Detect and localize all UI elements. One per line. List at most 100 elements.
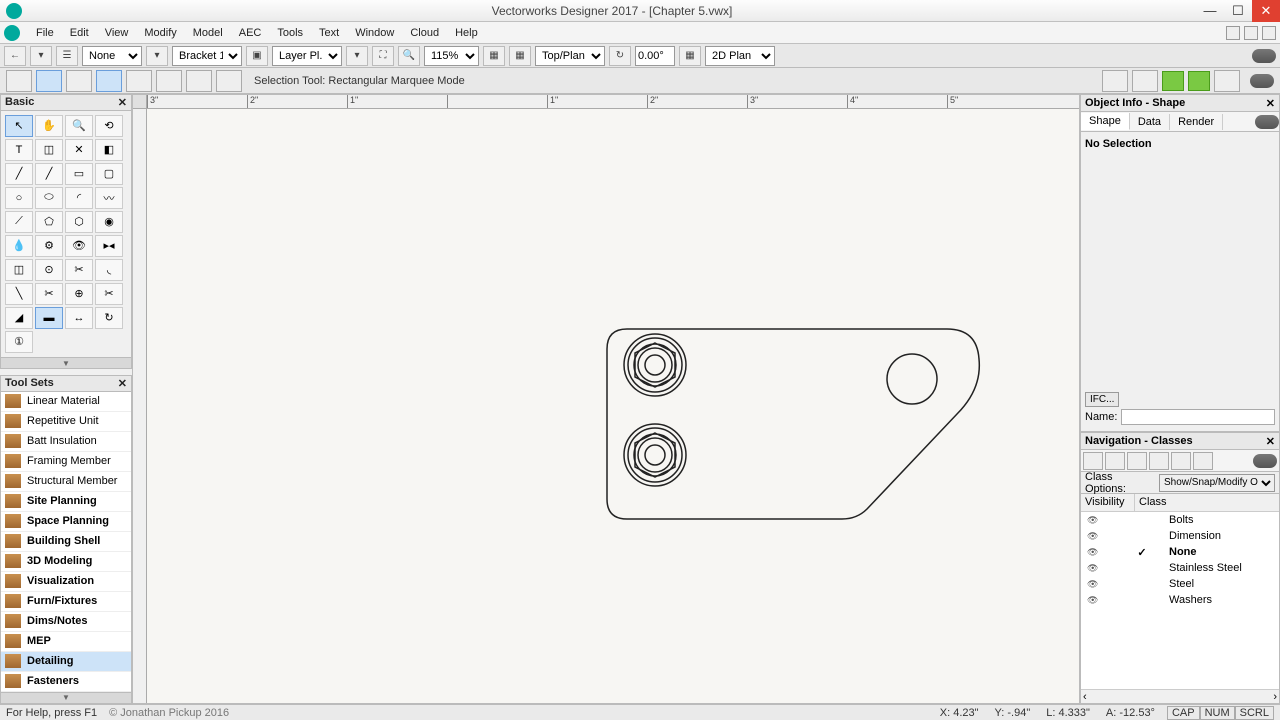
nav-saved-tab[interactable] [1171,452,1191,470]
close-icon[interactable]: ✕ [118,377,127,390]
mode-4[interactable] [96,70,122,92]
eye-icon[interactable] [1087,530,1098,542]
col-visibility[interactable]: Visibility [1081,494,1135,511]
class-select[interactable]: None [82,46,142,66]
toolset-item[interactable]: MEP [1,632,131,652]
back-button[interactable]: ← [4,46,26,66]
spiral-tool[interactable]: ◉ [95,211,123,233]
2d-locus-tool[interactable]: ✕ [65,139,93,161]
mode-1[interactable] [6,70,32,92]
class-opts-button[interactable]: ▾ [146,46,168,66]
mode-7[interactable] [186,70,212,92]
menu-file[interactable]: File [28,27,62,39]
basic-palette-title[interactable]: Basic ✕ [0,94,132,111]
maximize-button[interactable]: ☐ [1224,0,1252,22]
eyedropper-tool[interactable]: 💧 [5,235,33,257]
saved-views-button[interactable]: ▾ [30,46,52,66]
toolset-item[interactable]: Framing Member [1,452,131,472]
mdi-close-button[interactable] [1262,26,1276,40]
app-menu-icon[interactable] [4,25,20,41]
nav-toggle[interactable] [1253,454,1277,468]
polygon-tool[interactable]: ⬠ [35,211,63,233]
rectangle-tool[interactable]: ▭ [65,163,93,185]
rotate-tool[interactable]: ↻ [95,307,123,329]
selection-tool[interactable]: ↖ [5,115,33,137]
connect-tool[interactable]: ⊕ [65,283,93,305]
menu-window[interactable]: Window [347,27,402,39]
snap-3[interactable] [1162,71,1184,91]
close-button[interactable]: ✕ [1252,0,1280,22]
oip-toggle[interactable] [1255,115,1279,129]
close-icon[interactable]: ✕ [118,96,127,109]
name-input[interactable] [1121,409,1275,425]
nav-classes-tab[interactable] [1083,452,1103,470]
ifc-button[interactable]: IFC... [1085,392,1119,407]
visibility-tool[interactable]: 👁 [65,235,93,257]
toolset-item[interactable]: Furn/Fixtures [1,592,131,612]
toolset-item[interactable]: Site Planning [1,492,131,512]
toolset-item[interactable]: Dims/Notes [1,612,131,632]
zoom-select[interactable]: 115% [424,46,479,66]
toolset-item[interactable]: Repetitive Unit [1,412,131,432]
basic-expand[interactable]: ▼ [0,358,132,369]
toolset-item[interactable]: Detailing [1,652,131,672]
clip-tool[interactable]: ✂ [65,259,93,281]
mode-prefs[interactable] [216,70,242,92]
eye-icon[interactable] [1087,578,1098,590]
class-row[interactable]: Washers [1081,592,1279,608]
plane-select[interactable]: Layer Pl... [272,46,342,66]
eye-icon[interactable] [1087,546,1098,558]
fit-button[interactable]: ⛶ [372,46,394,66]
class-row[interactable]: ✓None [1081,544,1279,560]
eye-icon[interactable] [1087,514,1098,526]
toolset-item[interactable]: Visualization [1,572,131,592]
toolset-item[interactable]: Structural Member [1,472,131,492]
mode-5[interactable] [126,70,152,92]
menu-edit[interactable]: Edit [62,27,97,39]
unified-view-button[interactable]: ▦ [483,46,505,66]
snap-toggle[interactable] [1250,74,1274,88]
toolset-item[interactable]: Batt Insulation [1,432,131,452]
quick-pref-toggle[interactable] [1252,49,1276,63]
class-options-select[interactable]: Show/Snap/Modify O [1159,474,1275,492]
layer-select[interactable]: Bracket 1 [172,46,242,66]
class-row[interactable]: Bolts [1081,512,1279,528]
saved-view-button[interactable]: ▾ [346,46,368,66]
menu-help[interactable]: Help [447,27,486,39]
snap-1[interactable] [1102,70,1128,92]
mirror-tool[interactable]: ▸◂ [95,235,123,257]
wall-tool[interactable]: ▬ [35,307,63,329]
rotate-button[interactable]: ↻ [609,46,631,66]
toolset-item[interactable]: 3D Modeling [1,552,131,572]
eye-icon[interactable] [1087,562,1098,574]
class-row[interactable]: Dimension [1081,528,1279,544]
trim-tool[interactable]: ✂ [95,283,123,305]
callout-tool[interactable]: ◧ [95,139,123,161]
close-icon[interactable]: ✕ [1266,435,1275,448]
tab-render[interactable]: Render [1170,114,1223,130]
toolset-item[interactable]: Linear Material [1,392,131,412]
angle-input[interactable] [635,46,675,66]
offset-tool[interactable]: ⊙ [35,259,63,281]
arc-tool[interactable]: ◜ [65,187,93,209]
oip-title[interactable]: Object Info - Shape ✕ [1080,94,1280,112]
ruler-origin[interactable] [133,95,147,109]
text-tool[interactable]: T [5,139,33,161]
render-select[interactable]: 2D Plan [705,46,775,66]
toolset-item[interactable]: Building Shell [1,532,131,552]
menu-model[interactable]: Model [185,27,231,39]
line-tool[interactable]: ╱ [5,163,33,185]
taper-tool[interactable]: ◢ [5,307,33,329]
menu-aec[interactable]: AEC [231,27,270,39]
number-stamp-tool[interactable]: ① [5,331,33,353]
rounded-rect-tool[interactable]: ▢ [95,163,123,185]
nav-refs-tab[interactable] [1193,452,1213,470]
ruler-vertical[interactable] [133,109,147,703]
zoom-tool[interactable]: 🔍 [65,115,93,137]
nav-layers-tab[interactable] [1105,452,1125,470]
reshape-tool[interactable]: ◫ [35,139,63,161]
fillet-tool[interactable]: ◟ [95,259,123,281]
snap-4[interactable] [1188,71,1210,91]
mode-2[interactable] [36,70,62,92]
eye-icon[interactable] [1087,594,1098,606]
